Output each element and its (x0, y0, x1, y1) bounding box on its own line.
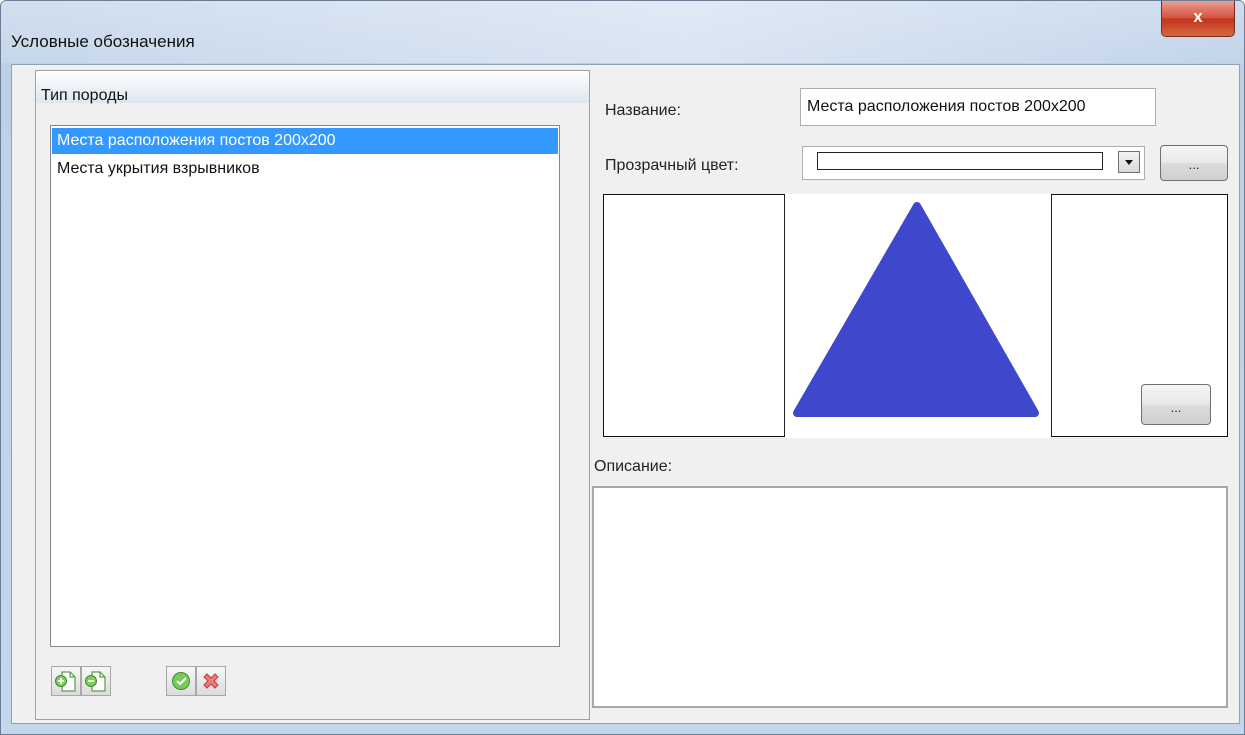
checkmark-icon (172, 672, 190, 690)
rock-type-group-title: Тип породы (41, 87, 128, 104)
color-swatch (817, 152, 1103, 170)
image-browse-button[interactable]: ... (1141, 384, 1211, 425)
image-browse-button-label: ... (1170, 400, 1182, 415)
name-label: Название: (605, 102, 681, 119)
description-textarea[interactable] (592, 486, 1228, 708)
browse-button-label: ... (1188, 157, 1200, 172)
window-title: Условные обозначения (11, 32, 195, 51)
add-item-button[interactable] (51, 666, 81, 696)
list-item[interactable]: Места расположения постов 200x200 (52, 128, 558, 154)
rock-type-group-header: Тип породы (36, 71, 589, 104)
transparent-color-select[interactable] (802, 146, 1145, 180)
close-icon: x (1193, 7, 1203, 26)
symbol-preview: ... (603, 194, 1228, 438)
description-label: Описание: (594, 458, 673, 475)
transparent-color-browse-button[interactable]: ... (1160, 145, 1228, 181)
add-document-icon (55, 671, 76, 692)
symbol-image-area (785, 194, 1051, 438)
rock-type-list[interactable]: Места расположения постов 200x200 Места … (50, 125, 560, 647)
transparent-color-label: Прозрачный цвет: (605, 157, 739, 174)
list-item[interactable]: Места укрытия взрывников (52, 156, 558, 182)
red-x-icon (203, 673, 219, 689)
triangle-symbol (793, 202, 1039, 417)
remove-document-icon (85, 671, 106, 692)
cancel-button[interactable] (196, 666, 226, 696)
close-button[interactable]: x (1161, 1, 1235, 37)
preview-left-pane (604, 195, 785, 436)
name-input[interactable]: Места расположения постов 200x200 (800, 88, 1156, 126)
chevron-down-icon (1125, 160, 1133, 165)
remove-item-button[interactable] (81, 666, 111, 696)
apply-button[interactable] (166, 666, 196, 696)
rock-type-group: Тип породы Места расположения постов 200… (35, 70, 590, 720)
legend-dialog-window: Условные обозначения x Тип породы Места … (0, 0, 1245, 735)
dropdown-arrow[interactable] (1118, 151, 1140, 173)
title-bar[interactable]: Условные обозначения x (1, 1, 1244, 63)
